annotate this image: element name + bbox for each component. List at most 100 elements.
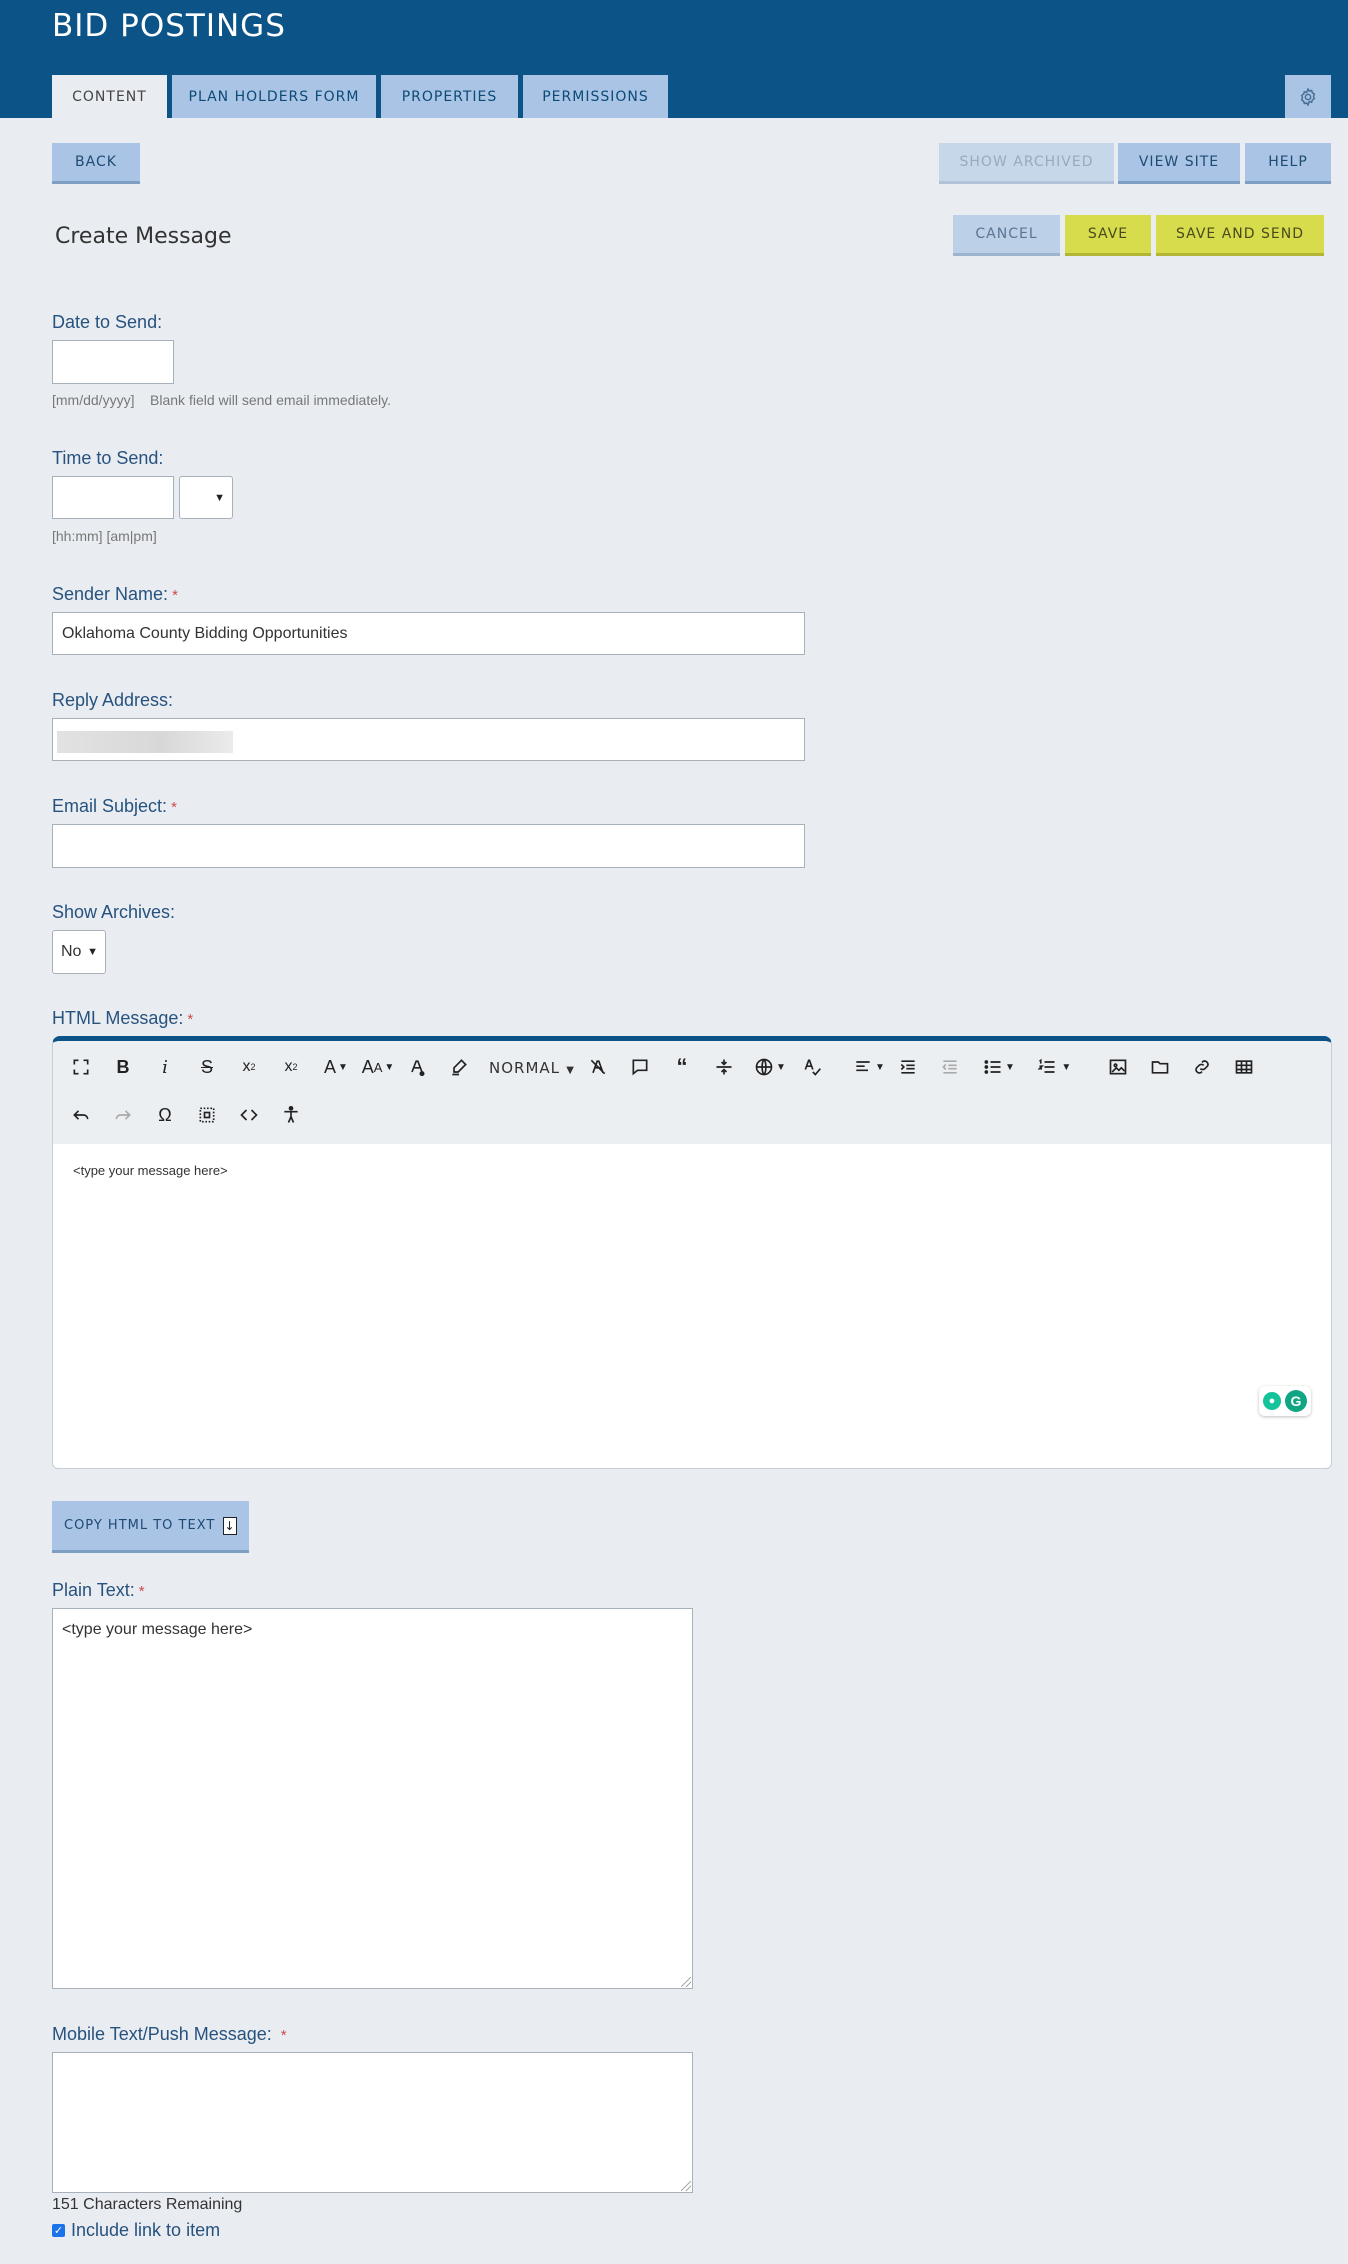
- indent-icon[interactable]: [894, 1053, 922, 1081]
- bulb-icon: ●: [1263, 1392, 1281, 1410]
- editor-toolbar: B i S x2 x2 A ▼ A A ▼ NORMAL ▼ “ ▼ ▼ ▼ ▼…: [53, 1041, 1331, 1144]
- date-hint: [mm/dd/yyyy] Blank field will send email…: [52, 392, 391, 408]
- settings-button[interactable]: [1285, 75, 1331, 118]
- sender-label: Sender Name: *: [52, 584, 178, 605]
- show-archived-button[interactable]: SHOW ARCHIVED: [939, 143, 1114, 184]
- html-editor: B i S x2 x2 A ▼ A A ▼ NORMAL ▼ “ ▼ ▼ ▼ ▼…: [52, 1036, 1332, 1469]
- required-mark: *: [187, 1011, 194, 1028]
- html-message-label-text: HTML Message:: [52, 1008, 184, 1028]
- subscript-icon[interactable]: x2: [235, 1053, 263, 1081]
- back-button[interactable]: BACK: [52, 143, 140, 184]
- redo-icon[interactable]: [109, 1101, 137, 1129]
- required-mark: *: [172, 587, 178, 604]
- comment-icon[interactable]: [626, 1053, 654, 1081]
- required-mark: *: [280, 2027, 287, 2044]
- quote-icon[interactable]: “: [668, 1053, 696, 1081]
- clear-format-icon[interactable]: [584, 1053, 612, 1081]
- tab-permissions[interactable]: PERMISSIONS: [523, 75, 668, 118]
- archives-label: Show Archives:: [52, 902, 176, 922]
- html-message-label: HTML Message: *: [52, 1008, 193, 1029]
- format-dropdown-label: NORMAL: [489, 1059, 561, 1077]
- resize-handle[interactable]: [681, 2181, 691, 2191]
- app-header: BID POSTINGS CONTENT PLAN HOLDERS FORM P…: [0, 0, 1348, 118]
- folder-icon[interactable]: [1146, 1053, 1174, 1081]
- format-dropdown[interactable]: NORMAL ▼: [489, 1059, 575, 1077]
- link-icon[interactable]: [1188, 1053, 1216, 1081]
- fullscreen-icon[interactable]: [67, 1053, 95, 1081]
- date-label: Date to Send:: [52, 312, 163, 332]
- sender-name-input[interactable]: Oklahoma County Bidding Opportunities: [52, 612, 805, 655]
- strikethrough-icon[interactable]: S: [193, 1053, 221, 1081]
- tab-content[interactable]: CONTENT: [52, 75, 167, 118]
- date-help-text: Blank field will send email immediately.: [150, 392, 391, 408]
- view-site-button[interactable]: VIEW SITE: [1118, 143, 1240, 184]
- select-all-icon[interactable]: [193, 1101, 221, 1129]
- gear-icon: [1300, 86, 1316, 107]
- arrow-down-icon: ↓: [223, 1517, 237, 1535]
- copy-html-to-text-button[interactable]: COPY HTML TO TEXT ↓: [52, 1501, 249, 1553]
- subject-label-text: Email Subject:: [52, 796, 168, 816]
- plain-text-label: Plain Text: *: [52, 1580, 145, 1601]
- page-title: Create Message: [55, 224, 232, 249]
- ampm-select[interactable]: ▼: [179, 476, 233, 519]
- include-link-checkbox[interactable]: ✓: [52, 2224, 65, 2237]
- plain-text-value: <type your message here>: [62, 1621, 253, 1638]
- tab-plan-holders-form[interactable]: PLAN HOLDERS FORM: [172, 75, 376, 118]
- copy-html-label: COPY HTML TO TEXT: [64, 1518, 216, 1533]
- tab-properties[interactable]: PROPERTIES: [381, 75, 518, 118]
- sender-label-text: Sender Name:: [52, 584, 169, 604]
- app-title: BID POSTINGS: [52, 8, 286, 44]
- reply-address-input[interactable]: [52, 718, 805, 761]
- required-mark: *: [171, 799, 177, 816]
- table-icon[interactable]: [1230, 1053, 1258, 1081]
- accessibility-icon[interactable]: [277, 1101, 305, 1129]
- undo-icon[interactable]: [67, 1101, 95, 1129]
- bold-icon[interactable]: B: [109, 1053, 137, 1081]
- language-icon[interactable]: ▼: [752, 1053, 788, 1081]
- image-icon[interactable]: [1104, 1053, 1132, 1081]
- font-family-icon[interactable]: A ▼: [319, 1053, 353, 1081]
- save-and-send-button[interactable]: SAVE AND SEND: [1156, 215, 1324, 256]
- chevron-down-icon: ▼: [214, 491, 225, 504]
- grammarly-widget[interactable]: ● G: [1259, 1386, 1311, 1416]
- horizontal-rule-icon[interactable]: [710, 1053, 738, 1081]
- superscript-icon[interactable]: x2: [277, 1053, 305, 1081]
- save-button[interactable]: SAVE: [1065, 215, 1151, 256]
- outdent-icon[interactable]: [936, 1053, 964, 1081]
- highlight-icon[interactable]: [445, 1053, 473, 1081]
- font-size-icon[interactable]: A A ▼: [359, 1053, 397, 1081]
- plain-text-label-text: Plain Text:: [52, 1580, 135, 1600]
- subject-label: Email Subject: *: [52, 796, 177, 817]
- numbered-list-icon[interactable]: ▼: [1035, 1053, 1073, 1081]
- resize-handle[interactable]: [681, 1977, 691, 1987]
- grammarly-icon: G: [1285, 1390, 1307, 1412]
- date-input[interactable]: [52, 340, 174, 384]
- include-link-row: ✓ Include link to item: [52, 2220, 220, 2241]
- plain-text-textarea[interactable]: <type your message here>: [52, 1608, 693, 1989]
- spellcheck-icon[interactable]: [798, 1053, 826, 1081]
- cancel-button[interactable]: CANCEL: [953, 215, 1060, 256]
- editor-content[interactable]: <type your message here>: [73, 1163, 228, 1178]
- mobile-message-label-text: Mobile Text/Push Message:: [52, 2024, 272, 2044]
- time-hint: [hh:mm] [am|pm]: [52, 528, 157, 544]
- show-archives-value: No: [61, 943, 82, 960]
- redacted-value: [57, 731, 233, 753]
- sender-name-value: Oklahoma County Bidding Opportunities: [62, 624, 348, 642]
- text-color-icon[interactable]: [403, 1053, 431, 1081]
- chevron-down-icon: ▼: [87, 946, 98, 958]
- mobile-message-textarea[interactable]: [52, 2052, 693, 2193]
- email-subject-input[interactable]: [52, 824, 805, 868]
- bullet-list-icon[interactable]: ▼: [980, 1053, 1018, 1081]
- help-button[interactable]: HELP: [1245, 143, 1331, 184]
- special-character-icon[interactable]: Ω: [151, 1101, 179, 1129]
- reply-label: Reply Address:: [52, 690, 174, 710]
- include-link-label[interactable]: Include link to item: [71, 2220, 220, 2241]
- time-input[interactable]: [52, 476, 174, 519]
- italic-icon[interactable]: i: [151, 1053, 179, 1081]
- source-code-icon[interactable]: [235, 1101, 263, 1129]
- show-archives-select[interactable]: No ▼: [52, 930, 106, 974]
- align-icon[interactable]: ▼: [852, 1053, 886, 1081]
- characters-remaining: 151 Characters Remaining: [52, 2196, 243, 2213]
- required-mark: *: [138, 1583, 145, 1600]
- mobile-message-label: Mobile Text/Push Message: *: [52, 2024, 287, 2045]
